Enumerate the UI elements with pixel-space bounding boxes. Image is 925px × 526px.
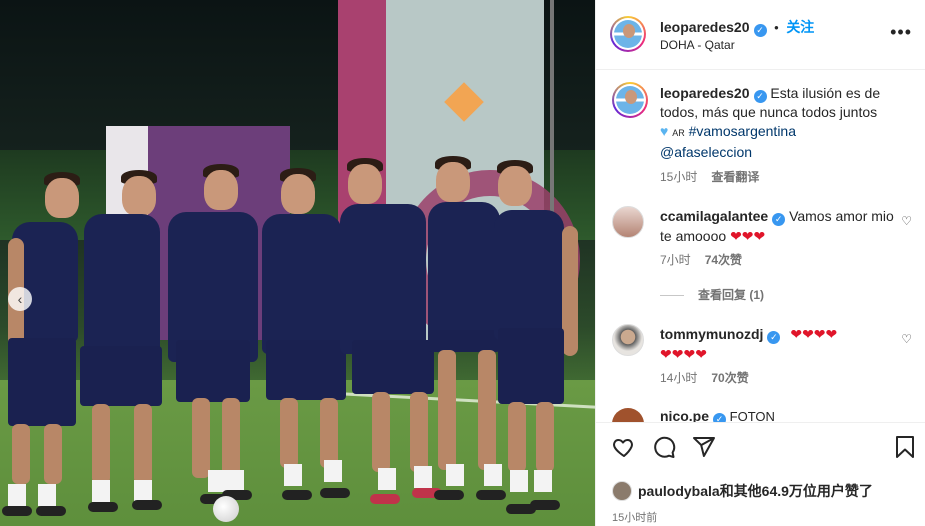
comment-hearts: ❤❤❤ (730, 228, 766, 244)
caption-username[interactable]: leoparedes20 (660, 85, 750, 101)
mention-link[interactable]: @afaseleccion (660, 144, 752, 160)
verified-icon: ✓ (767, 331, 781, 344)
bookmark-icon[interactable] (894, 435, 916, 462)
comment-avatar[interactable] (612, 324, 644, 356)
view-replies[interactable]: 查看回复 (1) (660, 286, 764, 303)
comment-icon[interactable] (652, 435, 676, 462)
comment-username[interactable]: tommymunozdj (660, 326, 763, 342)
header-separator: • (774, 20, 779, 35)
comment-hearts-2: ❤❤❤❤ (660, 346, 707, 362)
heart-icon[interactable] (612, 435, 636, 462)
verified-icon: ✓ (753, 24, 767, 37)
verified-icon: ✓ (713, 413, 727, 422)
comment-username[interactable]: nico.pe (660, 408, 709, 422)
comment-time: 7小时 (660, 253, 691, 267)
comment-hearts: ❤❤❤❤ (790, 326, 838, 342)
share-icon[interactable] (692, 435, 716, 462)
comment-likes[interactable]: 70次赞 (711, 371, 748, 385)
comment-likes[interactable]: 74次赞 (705, 253, 742, 267)
heart-icon[interactable]: ♡ (901, 332, 912, 346)
header-username[interactable]: leoparedes20 (660, 19, 750, 35)
view-replies-label[interactable]: 查看回复 (1) (698, 288, 764, 302)
heart-emoji-icon: ♥ (660, 123, 669, 139)
liker-avatar (612, 481, 632, 501)
comment-avatar[interactable] (612, 206, 644, 238)
comment-time: 14小时 (660, 371, 698, 385)
comment-avatar[interactable] (612, 408, 644, 422)
verified-icon: ✓ (772, 213, 786, 226)
caption-time: 15小时 (660, 170, 698, 184)
comment-item-partial: nico.pe ✓ FOTON (612, 408, 912, 422)
location-link[interactable]: DOHA - Qatar (660, 38, 735, 52)
translate-button[interactable]: 查看翻译 (711, 170, 759, 184)
post-time: 15小时前 (612, 512, 658, 524)
liker-username[interactable]: paulodybala (638, 483, 720, 499)
hashtag-link[interactable]: #vamosargentina (689, 123, 796, 139)
follow-button[interactable]: 关注 (786, 19, 814, 35)
chevron-left-icon[interactable]: ‹ (8, 287, 32, 311)
verified-icon: ✓ (753, 90, 767, 103)
comment-username[interactable]: ccamilagalantee (660, 208, 768, 224)
flag-ar: AR (672, 128, 685, 138)
post-photo[interactable]: ‹ (0, 0, 595, 526)
post-sidebar: leoparedes20 ✓ • 关注 DOHA - Qatar ••• leop… (595, 0, 925, 526)
heart-icon[interactable]: ♡ (901, 214, 912, 228)
caption-text: leoparedes20 ✓ Esta ilusión es de todos, … (660, 84, 912, 187)
likes-count[interactable]: 和其他64.9万位用户赞了 (720, 483, 873, 499)
likes-summary[interactable]: paulodybala和其他64.9万位用户赞了 (612, 481, 873, 501)
comment-text: FOTON (729, 409, 775, 422)
post-header: leoparedes20 ✓ • 关注 DOHA - Qatar ••• (596, 0, 925, 70)
more-icon[interactable]: ••• (890, 22, 912, 43)
caption-avatar[interactable] (612, 82, 648, 118)
avatar[interactable] (610, 16, 646, 52)
action-bar: paulodybala和其他64.9万位用户赞了 15小时前 (596, 422, 925, 526)
replies-dash (660, 295, 684, 297)
football (213, 496, 239, 522)
